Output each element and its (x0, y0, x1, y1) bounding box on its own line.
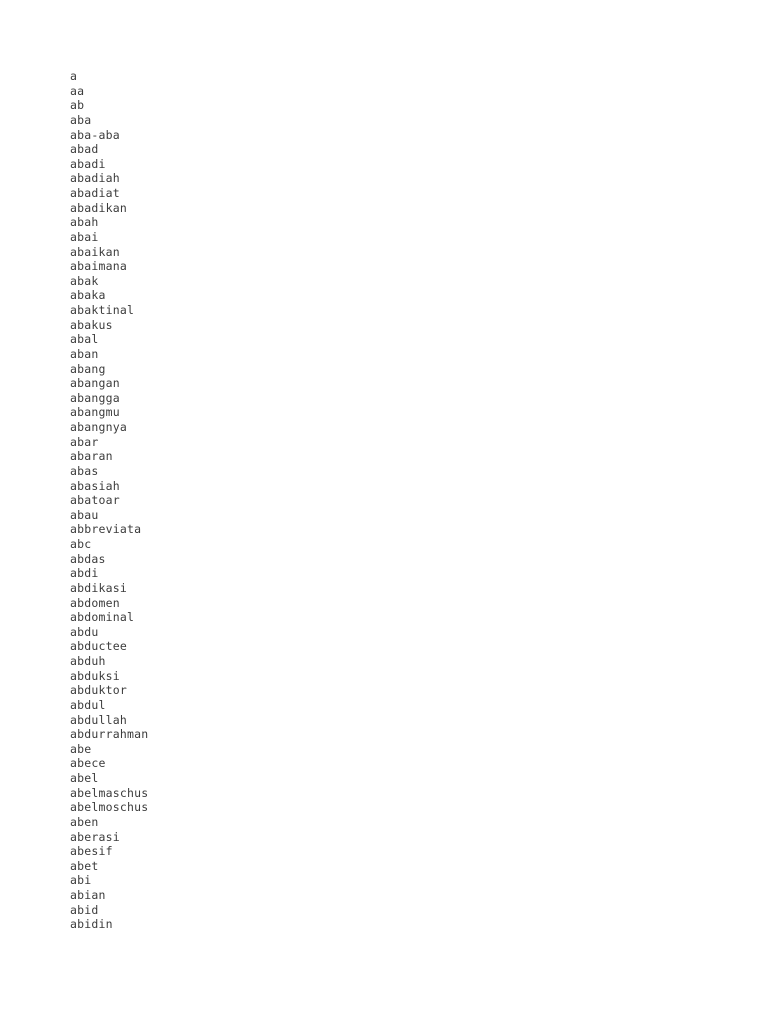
word-list-item: abelmoschus (70, 800, 149, 815)
word-list-item: abc (70, 537, 92, 551)
word-list-item: abidin (70, 917, 113, 932)
word-list-item: abdi (70, 566, 99, 581)
word-list-item: abak (70, 273, 99, 288)
word-list-item: abangga (70, 390, 120, 405)
word-list-item: abangnya (70, 420, 127, 434)
word-list-item: abdu (70, 624, 99, 639)
word-list-item: abal (70, 332, 99, 347)
word-list-item: abe (70, 741, 92, 756)
word-list-item: abdas (70, 551, 106, 566)
word-list-item: abdullah (70, 712, 127, 727)
word-list-item: abdul (70, 697, 106, 712)
word-list-item: aban (70, 346, 99, 361)
word-list-item: abad (70, 142, 99, 157)
word-list-item: ab (70, 98, 85, 113)
word-list-item: abas (70, 463, 99, 478)
word-list-item: abet (70, 858, 99, 873)
document-page: a aa ab aba aba-aba abad abadi abadiah abadiat ab… (0, 0, 768, 1024)
word-list-item: abian (70, 888, 106, 902)
word-list-item: abar (70, 434, 99, 449)
word-list-item: abaktinal (70, 303, 135, 317)
word-list-item: abangan (70, 376, 120, 391)
word-list-item: abadiah (70, 171, 120, 186)
word-list: a aa ab aba aba-aba abad abadi abadiah abadiat ab… (70, 69, 148, 932)
word-list-item: abah (70, 215, 99, 230)
word-list-item: aa (70, 83, 85, 98)
word-list-item: abid (70, 902, 99, 917)
word-list-item: abadikan (70, 200, 127, 215)
word-list-item: abece (70, 756, 106, 771)
word-list-item: abadi (70, 156, 106, 171)
word-list-item: abakus (70, 317, 113, 332)
word-list-item: abasiah (70, 478, 120, 493)
word-list-item: abdominal (70, 610, 135, 625)
word-list-item: abel (70, 771, 99, 785)
word-list-item: aberasi (70, 829, 120, 844)
word-list-item: abduksi (70, 668, 120, 683)
word-list-item: abadiat (70, 186, 120, 200)
word-list-item: abductee (70, 639, 127, 654)
word-list-item: abangmu (70, 405, 120, 420)
word-list-item: abbreviata (70, 522, 142, 537)
word-list-item: abelmaschus (70, 785, 149, 800)
word-list-item: abdomen (70, 595, 120, 610)
word-list-item: abduktor (70, 683, 127, 698)
word-list-item: abdikasi (70, 580, 127, 595)
word-list-item: aba (70, 112, 92, 127)
word-list-item: abaran (70, 449, 113, 464)
word-list-item: abang (70, 361, 106, 376)
word-list-item: aba-aba (70, 127, 120, 142)
word-list-item: abaimana (70, 259, 127, 274)
word-list-item: abaikan (70, 244, 120, 259)
word-list-item: a (70, 69, 78, 83)
word-list-item: abesif (70, 844, 113, 859)
word-list-item: abduh (70, 654, 106, 668)
word-list-item: abi (70, 873, 92, 888)
word-list-item: abatoar (70, 493, 120, 508)
word-list-item: abaka (70, 288, 106, 303)
word-list-item: aben (70, 814, 99, 829)
word-list-item: abdurrahman (70, 727, 149, 742)
word-list-item: abau (70, 507, 99, 522)
word-list-item: abai (70, 229, 99, 244)
